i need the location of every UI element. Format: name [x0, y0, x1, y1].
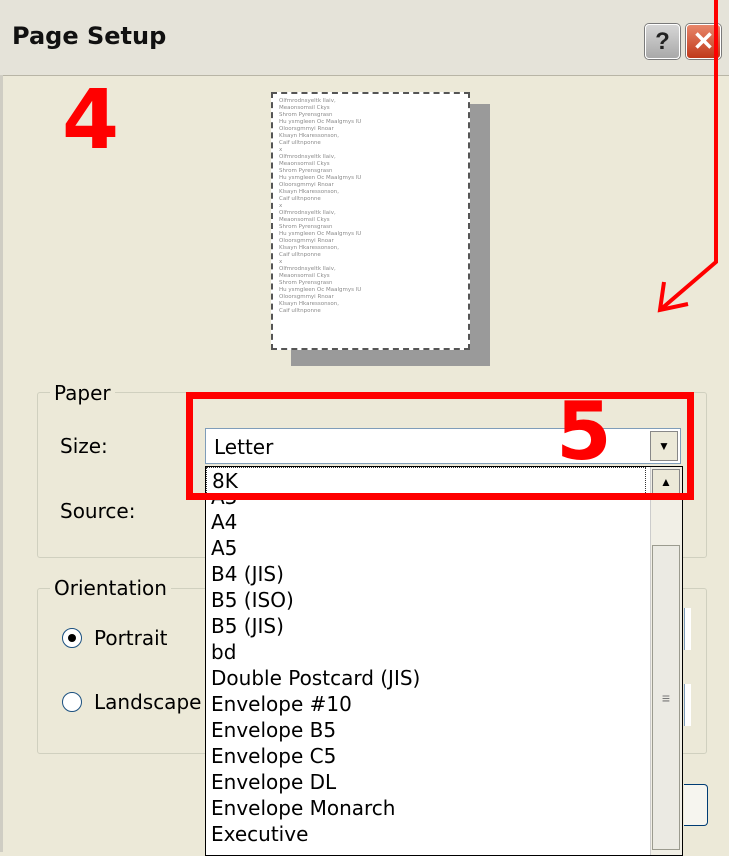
size-option-a4[interactable]: A4 — [206, 509, 651, 535]
portrait-option[interactable]: Portrait — [62, 626, 168, 650]
arrow-line — [658, 0, 718, 312]
size-option-envelope-monarch[interactable]: Envelope Monarch — [206, 795, 651, 821]
margin-field-edge[interactable] — [684, 608, 691, 650]
portrait-label[interactable]: Portrait — [94, 626, 168, 650]
size-options-list[interactable]: 8K A3 A4 A5 B4 (JIS) B5 (ISO) B5 (JIS) b… — [205, 466, 683, 856]
size-option-envelope-b5[interactable]: Envelope B5 — [206, 717, 651, 743]
size-option-b5-jis[interactable]: B5 (JIS) — [206, 613, 651, 639]
size-option-a5[interactable]: A5 — [206, 535, 651, 561]
size-option-executive[interactable]: Executive — [206, 821, 651, 847]
landscape-label[interactable]: Landscape — [94, 690, 201, 714]
list-scrollbar[interactable]: ▲ ≡ — [650, 467, 682, 855]
landscape-radio[interactable] — [62, 692, 82, 712]
highlight-box — [186, 392, 694, 500]
landscape-option[interactable]: Landscape — [62, 690, 201, 714]
step-annotation-5: 5 — [556, 385, 612, 478]
size-option-double-postcard[interactable]: Double Postcard (JIS) — [206, 665, 651, 691]
portrait-radio[interactable] — [62, 628, 82, 648]
orientation-group-label: Orientation — [50, 576, 171, 600]
size-option-bd[interactable]: bd — [206, 639, 651, 665]
margin-field-edge[interactable] — [684, 684, 691, 726]
size-option-b4-jis[interactable]: B4 (JIS) — [206, 561, 651, 587]
source-label: Source: — [60, 499, 136, 523]
size-option-envelope-10[interactable]: Envelope #10 — [206, 691, 651, 717]
size-option-b5-iso[interactable]: B5 (ISO) — [206, 587, 651, 613]
dialog-button-edge[interactable] — [684, 784, 708, 826]
scroll-thumb[interactable]: ≡ — [652, 545, 680, 850]
paper-group-label: Paper — [50, 381, 115, 405]
grip-icon: ≡ — [661, 689, 671, 706]
size-option-envelope-dl[interactable]: Envelope DL — [206, 769, 651, 795]
size-option-envelope-c5[interactable]: Envelope C5 — [206, 743, 651, 769]
size-label: Size: — [60, 434, 108, 458]
